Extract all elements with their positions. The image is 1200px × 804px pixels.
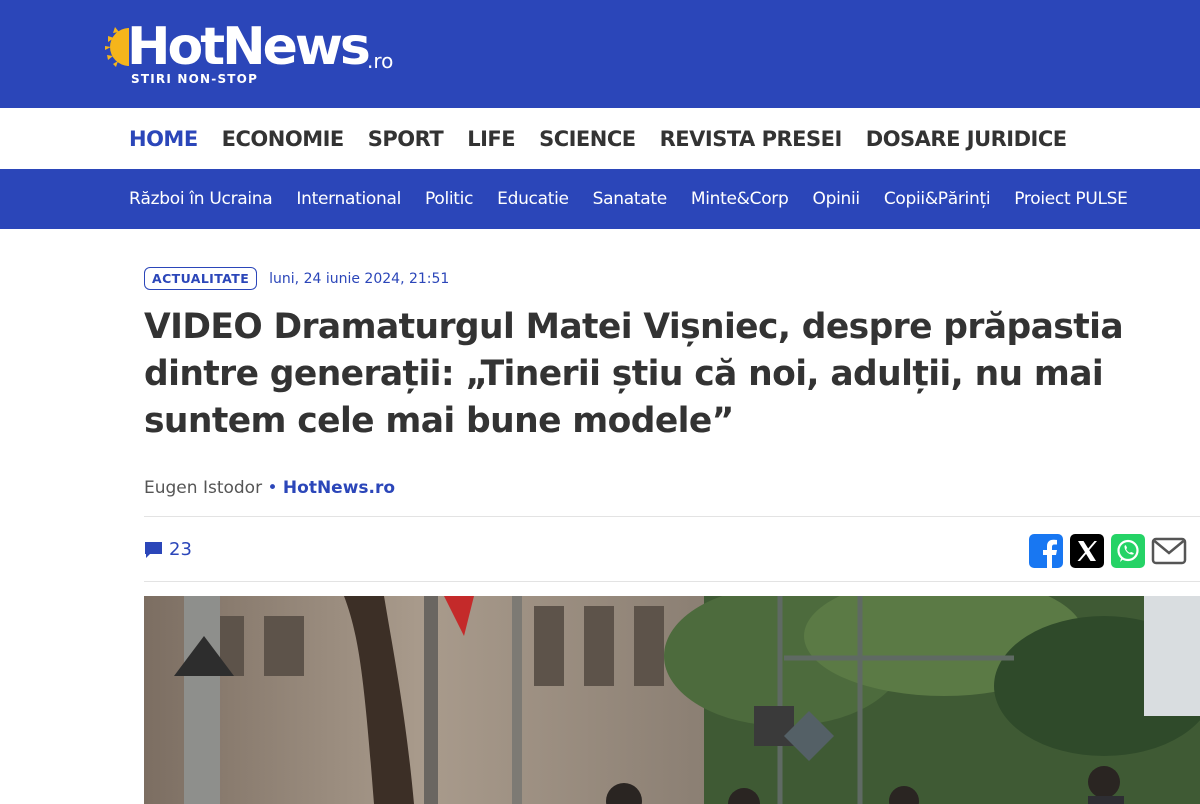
nav-home[interactable]: HOME <box>129 127 198 151</box>
sub-navigation: Război în Ucraina International Politic … <box>0 169 1200 229</box>
comments-link[interactable]: 23 <box>144 539 192 560</box>
share-facebook-button[interactable] <box>1028 533 1064 569</box>
logo-brand: HotNews <box>127 17 371 77</box>
nav-life[interactable]: LIFE <box>467 127 515 151</box>
subnav-opinii[interactable]: Opinii <box>813 189 861 209</box>
main-navigation: HOME ECONOMIE SPORT LIFE SCIENCE REVISTA… <box>0 108 1200 169</box>
logo-tagline: STIRI NON-STOP <box>131 72 259 86</box>
article-lead-image[interactable] <box>144 596 1200 804</box>
nav-dosare-juridice[interactable]: DOSARE JURIDICE <box>866 127 1067 151</box>
divider-bottom <box>144 581 1200 582</box>
subnav-copii-parinti[interactable]: Copii&Părinți <box>884 189 991 209</box>
article-date: luni, 24 iunie 2024, 21:51 <box>269 270 450 287</box>
share-x-button[interactable] <box>1069 533 1105 569</box>
share-email-button[interactable] <box>1151 533 1187 569</box>
subnav-razboi-ucraina[interactable]: Război în Ucraina <box>129 189 273 209</box>
logo-tld: .ro <box>367 49 394 73</box>
whatsapp-icon <box>1111 534 1145 568</box>
share-buttons <box>1028 533 1192 569</box>
divider-top <box>144 516 1200 517</box>
nav-science[interactable]: SCIENCE <box>539 127 636 151</box>
subnav-international[interactable]: International <box>296 189 401 209</box>
subnav-minte-corp[interactable]: Minte&Corp <box>691 189 789 209</box>
article-title: VIDEO Dramaturgul Matei Vișniec, despre … <box>144 307 1124 441</box>
site-header: HotNews .ro STIRI NON-STOP <box>0 0 1200 108</box>
author-name[interactable]: Eugen Istodor <box>144 478 262 498</box>
article-meta: ACTUALITATE luni, 24 iunie 2024, 21:51 <box>144 267 449 290</box>
nav-economie[interactable]: ECONOMIE <box>222 127 345 151</box>
byline-separator: • <box>267 478 278 498</box>
x-icon <box>1070 534 1104 568</box>
subnav-sanatate[interactable]: Sanatate <box>593 189 668 209</box>
share-whatsapp-button[interactable] <box>1110 533 1146 569</box>
comment-icon <box>145 541 162 558</box>
hotnews-logo[interactable]: HotNews .ro STIRI NON-STOP <box>105 16 405 90</box>
subnav-proiect-pulse[interactable]: Proiect PULSE <box>1014 189 1128 209</box>
subnav-politic[interactable]: Politic <box>425 189 473 209</box>
street-scene-illustration <box>144 596 1200 804</box>
subnav-educatie[interactable]: Educatie <box>497 189 569 209</box>
nav-revista-presei[interactable]: REVISTA PRESEI <box>660 127 843 151</box>
facebook-icon <box>1029 534 1063 568</box>
byline: Eugen Istodor • HotNews.ro <box>144 478 395 498</box>
source-link[interactable]: HotNews.ro <box>283 478 395 498</box>
email-icon <box>1151 537 1187 565</box>
nav-sport[interactable]: SPORT <box>368 127 444 151</box>
comment-count: 23 <box>169 539 192 560</box>
category-badge[interactable]: ACTUALITATE <box>144 267 258 290</box>
